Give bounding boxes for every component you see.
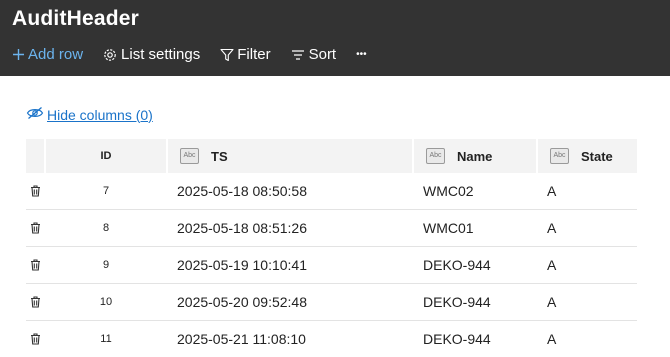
table-row: 9 2025-05-19 10:10:41 DEKO-944 A xyxy=(26,247,637,284)
top-bar: AuditHeader Add row List settings Filter xyxy=(0,0,670,76)
cell-ts: 2025-05-19 10:10:41 xyxy=(167,247,413,284)
trash-icon[interactable] xyxy=(30,258,41,274)
cell-state: A xyxy=(537,284,637,321)
eye-off-icon xyxy=(26,106,44,123)
column-header-label: Name xyxy=(457,149,492,164)
cell-ts: 2025-05-18 08:50:58 xyxy=(167,173,413,210)
abc-text-icon: Abc xyxy=(180,148,199,164)
page-title: AuditHeader xyxy=(12,7,139,31)
sort-label: Sort xyxy=(309,46,337,63)
filter-icon xyxy=(220,48,234,62)
trash-icon[interactable] xyxy=(30,332,41,348)
cell-state: A xyxy=(537,173,637,210)
table-header-row: ID Abc TS Abc Name Abc State xyxy=(26,139,637,173)
add-row-label: Add row xyxy=(28,46,83,63)
delete-cell xyxy=(26,173,45,210)
filter-button[interactable]: Filter xyxy=(220,46,270,63)
list-settings-button[interactable]: List settings xyxy=(103,46,200,63)
column-header-id[interactable]: ID xyxy=(45,139,167,173)
cell-state: A xyxy=(537,321,637,357)
cell-ts: 2025-05-20 09:52:48 xyxy=(167,284,413,321)
trash-icon[interactable] xyxy=(30,184,41,200)
plus-icon xyxy=(12,48,25,61)
cell-name: DEKO-944 xyxy=(413,247,537,284)
column-header-state[interactable]: Abc State xyxy=(537,139,637,173)
column-header-ts[interactable]: Abc TS xyxy=(167,139,413,173)
more-options-button[interactable]: ••• xyxy=(356,49,367,60)
cell-id: 9 xyxy=(45,247,167,284)
add-row-button[interactable]: Add row xyxy=(12,46,83,63)
table-row: 11 2025-05-21 11:08:10 DEKO-944 A xyxy=(26,321,637,357)
sort-icon xyxy=(291,49,305,61)
cell-ts: 2025-05-21 11:08:10 xyxy=(167,321,413,357)
toolbar: Add row List settings Filter Sort xyxy=(12,46,367,63)
delete-cell xyxy=(26,284,45,321)
cell-name: WMC02 xyxy=(413,173,537,210)
list-settings-label: List settings xyxy=(121,46,200,63)
hide-columns-label: Hide columns (0) xyxy=(47,107,153,123)
trash-icon[interactable] xyxy=(30,295,41,311)
cell-id: 7 xyxy=(45,173,167,210)
cell-name: DEKO-944 xyxy=(413,321,537,357)
cell-ts: 2025-05-18 08:51:26 xyxy=(167,210,413,247)
cell-id: 8 xyxy=(45,210,167,247)
cell-name: WMC01 xyxy=(413,210,537,247)
cell-id: 11 xyxy=(45,321,167,357)
data-table: ID Abc TS Abc Name Abc State xyxy=(26,139,637,357)
column-header-actions xyxy=(26,139,45,173)
abc-text-icon: Abc xyxy=(426,148,445,164)
column-header-label: TS xyxy=(211,149,228,164)
column-header-label: State xyxy=(581,149,613,164)
trash-icon[interactable] xyxy=(30,221,41,237)
abc-text-icon: Abc xyxy=(550,148,569,164)
hide-columns-link[interactable]: Hide columns (0) xyxy=(26,106,153,123)
cell-id: 10 xyxy=(45,284,167,321)
delete-cell xyxy=(26,247,45,284)
gear-icon xyxy=(103,48,117,62)
delete-cell xyxy=(26,321,45,357)
table-row: 7 2025-05-18 08:50:58 WMC02 A xyxy=(26,173,637,210)
column-header-name[interactable]: Abc Name xyxy=(413,139,537,173)
delete-cell xyxy=(26,210,45,247)
table-row: 10 2025-05-20 09:52:48 DEKO-944 A xyxy=(26,284,637,321)
column-header-label: ID xyxy=(101,150,112,162)
sort-button[interactable]: Sort xyxy=(291,46,337,63)
cell-state: A xyxy=(537,210,637,247)
filter-label: Filter xyxy=(237,46,270,63)
more-icon: ••• xyxy=(356,49,367,60)
table-row: 8 2025-05-18 08:51:26 WMC01 A xyxy=(26,210,637,247)
cell-name: DEKO-944 xyxy=(413,284,537,321)
cell-state: A xyxy=(537,247,637,284)
